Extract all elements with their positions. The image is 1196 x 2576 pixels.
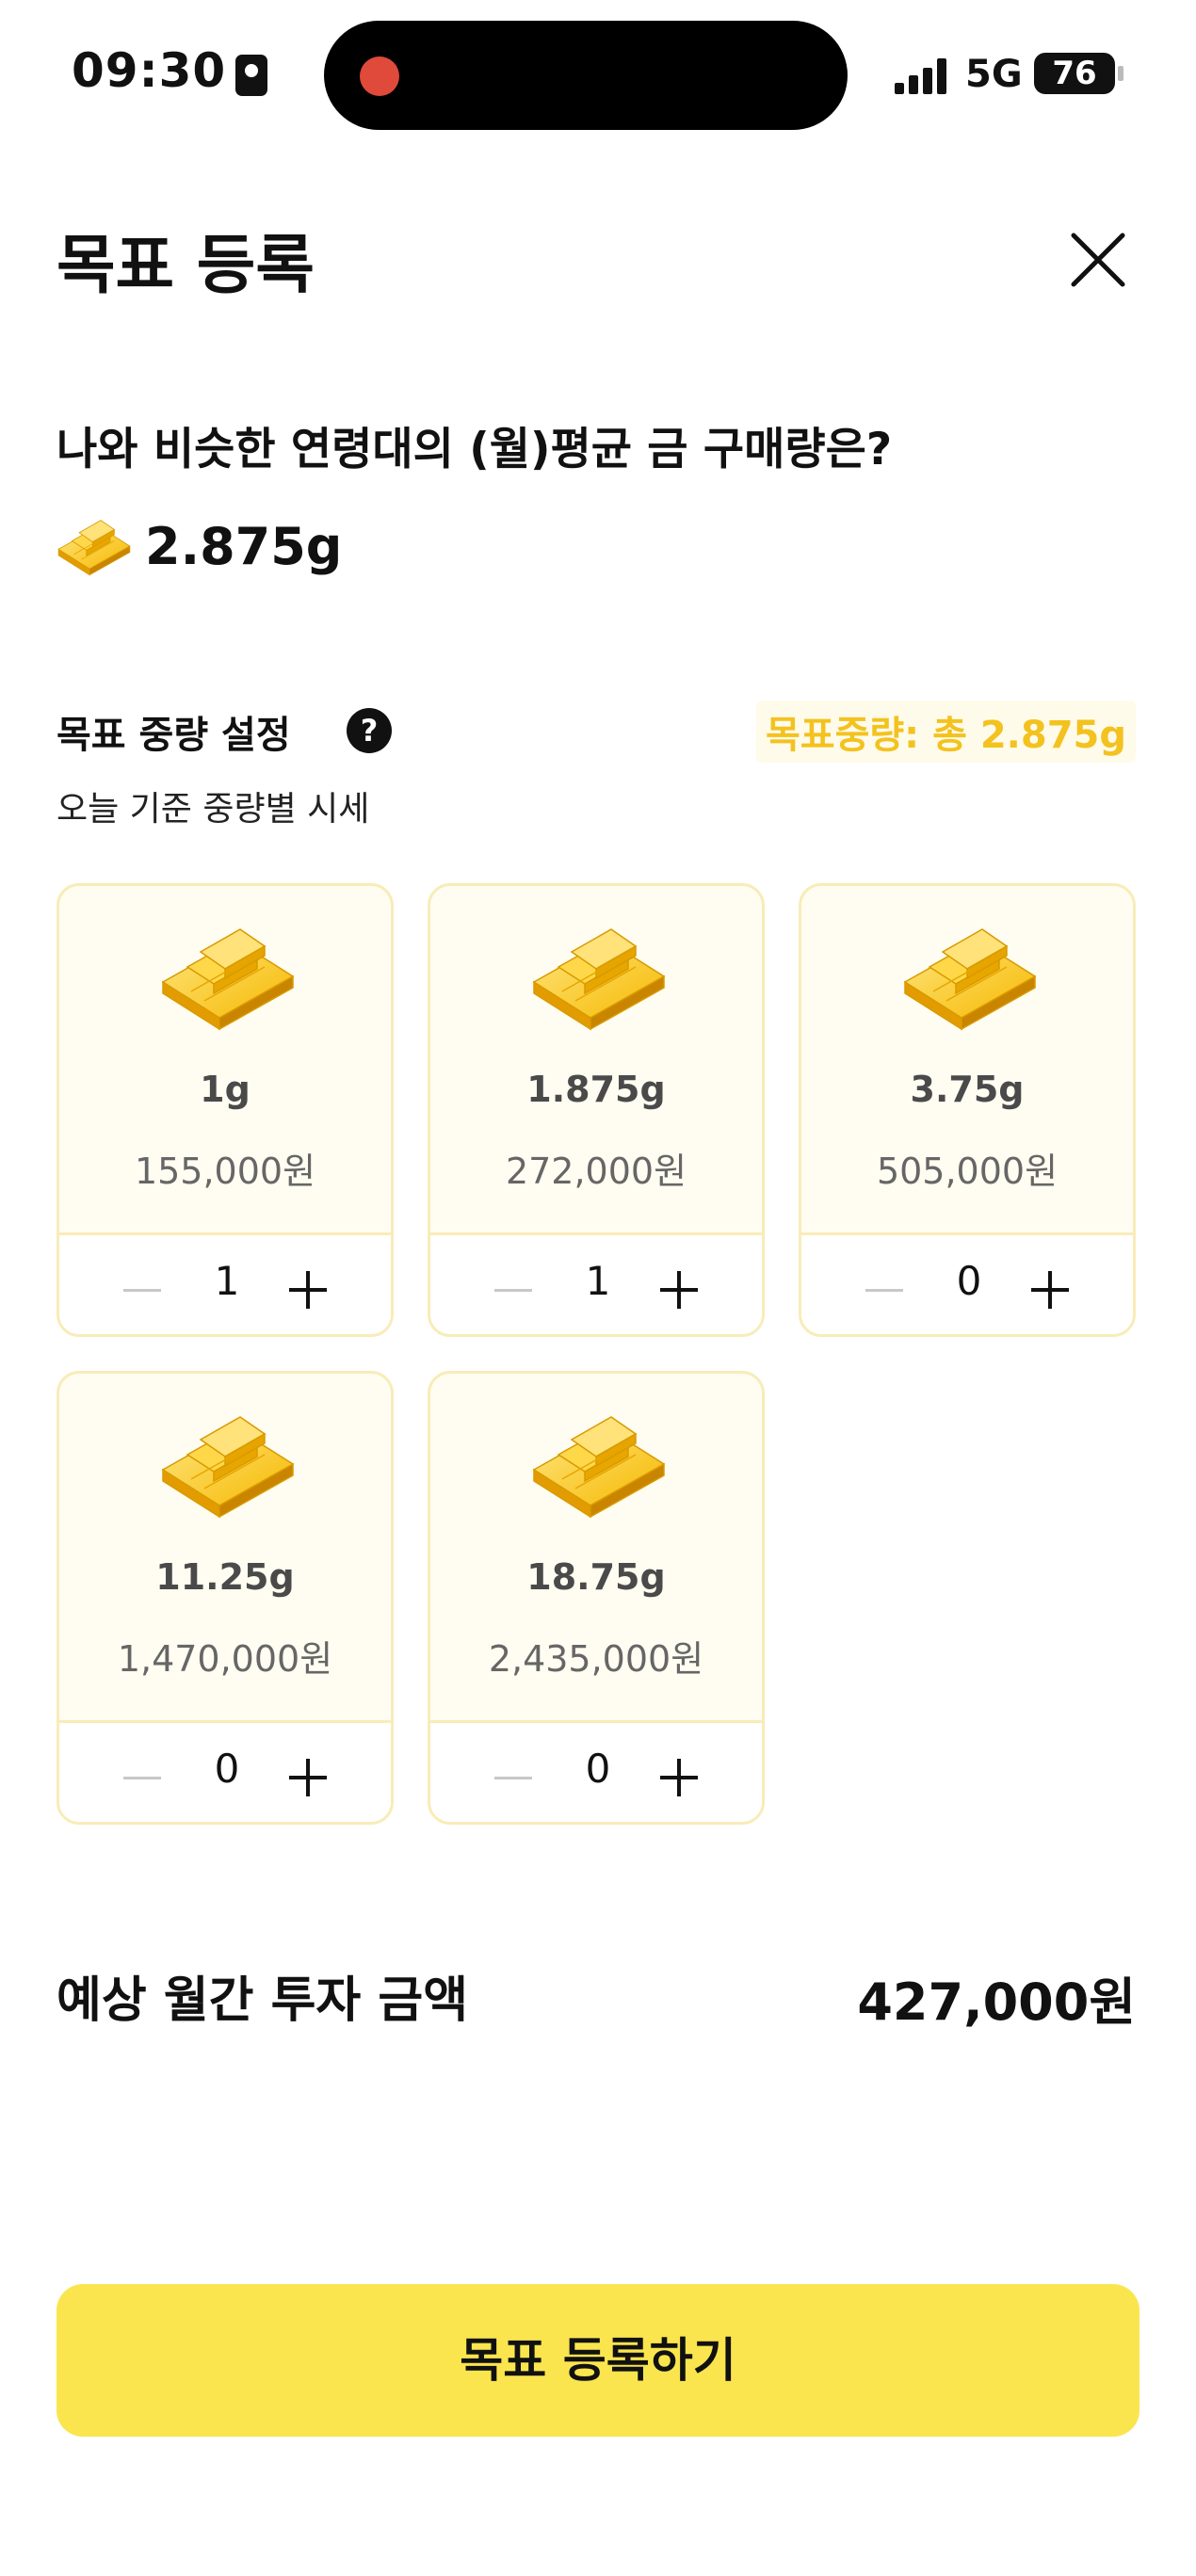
gold-item-card: 1g 155,000원 1 [57,883,394,1337]
status-time: 09:30 [72,43,227,98]
decrease-button[interactable] [858,1262,914,1318]
gold-bars-icon [159,920,297,1033]
signal-strength-icon [895,58,951,94]
decrease-button[interactable] [487,1749,543,1806]
gold-item-info: 11.25g 1,470,000원 [59,1374,391,1720]
focus-mode-icon [235,55,267,96]
recording-indicator-icon [360,56,399,96]
item-quantity: 0 [956,1258,982,1304]
gold-item-info: 3.75g 505,000원 [801,886,1133,1232]
gold-bars-icon [530,1408,668,1521]
item-price: 2,435,000원 [488,1638,704,1680]
increase-button[interactable] [653,1262,709,1318]
dynamic-island [324,21,848,130]
item-price: 155,000원 [134,1151,316,1192]
register-goal-button[interactable]: 목표 등록하기 [57,2284,1139,2437]
increase-button[interactable] [282,1262,338,1318]
item-weight: 11.25g [155,1556,295,1598]
decrease-button[interactable] [487,1262,543,1318]
gold-item-info: 18.75g 2,435,000원 [430,1374,762,1720]
gold-item-card: 3.75g 505,000원 0 [799,883,1136,1337]
goal-registration-screen: 09:30 5G 76 목표 등록 나와 비슷한 연령대의 (월)평균 금 구매… [0,0,1196,2576]
average-purchase-row: 2.875g [57,508,342,584]
item-weight: 3.75g [910,1069,1025,1110]
gold-bars-icon [901,920,1039,1033]
quantity-stepper: 0 [801,1232,1133,1334]
gold-bars-icon [159,1408,297,1521]
item-price: 1,470,000원 [117,1638,333,1680]
decrease-button[interactable] [116,1749,172,1806]
gold-bars-icon [57,513,132,579]
gold-item-card: 1.875g 272,000원 1 [428,883,765,1337]
target-weight-total: 목표중량: 총 2.875g [755,700,1136,763]
item-price: 505,000원 [876,1151,1059,1192]
close-icon [1071,233,1125,287]
gold-item-info: 1g 155,000원 [59,886,391,1232]
quantity-stepper: 0 [430,1720,762,1822]
battery-icon: 76 [1034,53,1115,94]
item-price: 272,000원 [505,1151,687,1192]
quantity-stepper: 0 [59,1720,391,1822]
average-purchase-question: 나와 비슷한 연령대의 (월)평균 금 구매량은? [57,424,893,475]
gold-bars-icon [530,920,668,1033]
target-weight-label: 목표 중량 설정 [57,714,291,757]
increase-button[interactable] [653,1749,709,1806]
close-button[interactable] [1062,224,1134,296]
item-weight: 1.875g [526,1069,666,1110]
status-bar: 09:30 5G 76 [0,0,1196,151]
network-type: 5G [965,53,1023,96]
page-title: 목표 등록 [57,229,315,303]
estimated-monthly-value: 427,000원 [857,1972,1136,2032]
average-purchase-value: 2.875g [145,516,343,576]
item-quantity: 0 [214,1746,240,1792]
increase-button[interactable] [1024,1262,1080,1318]
price-by-weight-subtitle: 오늘 기준 중량별 시세 [57,790,370,829]
item-weight: 1g [200,1069,251,1110]
decrease-button[interactable] [116,1262,172,1318]
increase-button[interactable] [282,1749,338,1806]
quantity-stepper: 1 [430,1232,762,1334]
help-icon[interactable]: ? [347,708,392,753]
battery-tip [1118,66,1123,81]
item-quantity: 1 [585,1258,611,1304]
item-weight: 18.75g [526,1556,666,1598]
item-quantity: 1 [214,1258,240,1304]
gold-item-card: 11.25g 1,470,000원 0 [57,1371,394,1825]
gold-item-card: 18.75g 2,435,000원 0 [428,1371,765,1825]
estimated-monthly-label: 예상 월간 투자 금액 [57,1972,469,2029]
item-quantity: 0 [585,1746,611,1792]
gold-item-info: 1.875g 272,000원 [430,886,762,1232]
quantity-stepper: 1 [59,1232,391,1334]
